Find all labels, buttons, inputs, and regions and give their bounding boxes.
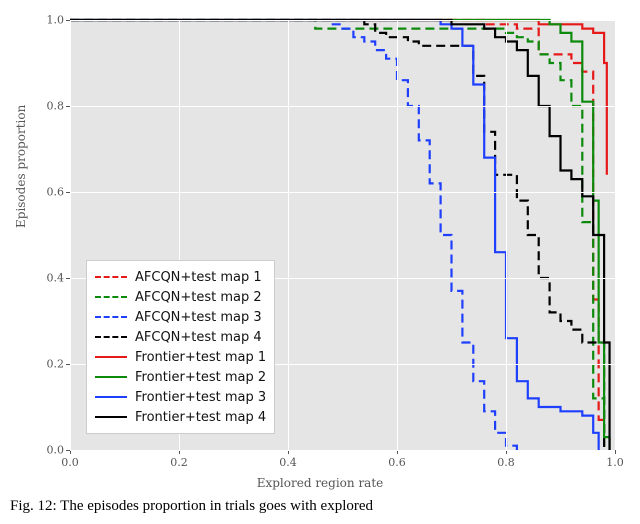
y-tick-label: 1.0 <box>47 14 65 27</box>
y-tick-mark <box>66 20 70 21</box>
legend-label: Frontier+test map 4 <box>135 410 266 425</box>
grid-line-horizontal <box>70 450 615 451</box>
legend-label: AFCQN+test map 4 <box>135 330 262 345</box>
legend-label: AFCQN+test map 2 <box>135 290 262 305</box>
x-tick-label: 0.2 <box>170 456 188 469</box>
legend-label: AFCQN+test map 3 <box>135 310 262 325</box>
legend-entry: AFCQN+test map 4 <box>95 327 266 347</box>
y-tick-mark <box>66 364 70 365</box>
legend-entry: Frontier+test map 2 <box>95 367 266 387</box>
grid-line-horizontal <box>70 20 615 21</box>
series-line <box>70 20 607 175</box>
legend-swatch <box>95 296 127 298</box>
legend-swatch <box>95 376 127 378</box>
legend-swatch <box>95 276 127 278</box>
x-axis-label: Explored region rate <box>0 476 640 490</box>
y-tick-mark <box>66 106 70 107</box>
figure-container: AFCQN+test map 1 AFCQN+test map 2 AFCQN+te… <box>0 0 640 524</box>
y-tick-label: 0.2 <box>47 358 65 371</box>
y-tick-mark <box>66 450 70 451</box>
x-tick-label: 0.0 <box>61 456 79 469</box>
x-tick-label: 0.6 <box>388 456 406 469</box>
legend-label: Frontier+test map 3 <box>135 390 266 405</box>
legend-entry: AFCQN+test map 1 <box>95 267 266 287</box>
y-tick-mark <box>66 278 70 279</box>
grid-line-vertical <box>288 20 289 450</box>
grid-line-vertical <box>397 20 398 450</box>
x-tick-label: 1.0 <box>606 456 624 469</box>
legend-swatch <box>95 316 127 318</box>
y-tick-label: 0.0 <box>47 444 65 457</box>
figure-caption: Fig. 12: The episodes proportion in tria… <box>10 498 630 515</box>
x-tick-label: 0.8 <box>497 456 515 469</box>
legend: AFCQN+test map 1 AFCQN+test map 2 AFCQN+te… <box>86 260 275 434</box>
grid-line-vertical <box>70 20 71 450</box>
grid-line-horizontal <box>70 192 615 193</box>
legend-entry: Frontier+test map 4 <box>95 407 266 427</box>
x-tick-label: 0.4 <box>279 456 297 469</box>
y-tick-label: 0.6 <box>47 186 65 199</box>
legend-label: Frontier+test map 2 <box>135 370 266 385</box>
legend-entry: AFCQN+test map 3 <box>95 307 266 327</box>
x-tick-mark <box>615 450 616 454</box>
y-tick-label: 0.8 <box>47 100 65 113</box>
grid-line-horizontal <box>70 106 615 107</box>
legend-label: Frontier+test map 1 <box>135 350 266 365</box>
legend-entry: AFCQN+test map 2 <box>95 287 266 307</box>
grid-line-vertical <box>615 20 616 450</box>
y-tick-label: 0.4 <box>47 272 65 285</box>
legend-swatch <box>95 416 127 418</box>
legend-swatch <box>95 336 127 338</box>
plot-area: AFCQN+test map 1 AFCQN+test map 2 AFCQN+te… <box>70 20 615 450</box>
legend-entry: Frontier+test map 1 <box>95 347 266 367</box>
grid-line-vertical <box>506 20 507 450</box>
y-axis-label: Episodes proportion <box>14 105 28 228</box>
y-tick-mark <box>66 192 70 193</box>
legend-swatch <box>95 356 127 358</box>
legend-swatch <box>95 396 127 398</box>
legend-entry: Frontier+test map 3 <box>95 387 266 407</box>
legend-label: AFCQN+test map 1 <box>135 270 262 285</box>
